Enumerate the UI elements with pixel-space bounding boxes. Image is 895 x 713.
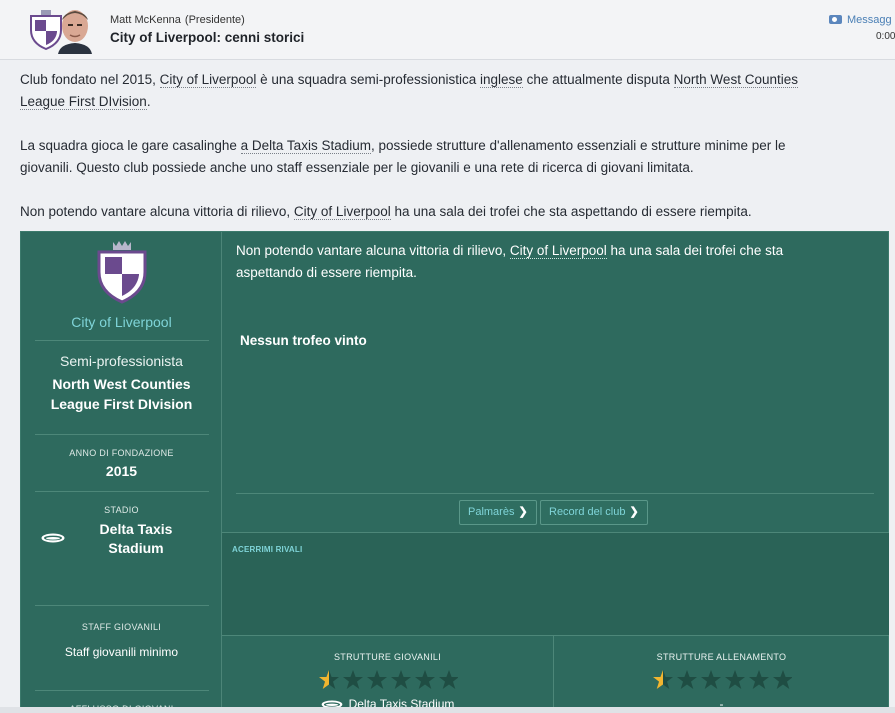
stadium-name[interactable]: Delta Taxis Stadium — [81, 520, 191, 558]
club-records-button[interactable]: Record del club ❯ — [540, 500, 648, 525]
league-link[interactable]: North West Counties — [673, 72, 798, 88]
text: è una squadra semi-professionistica — [256, 72, 481, 87]
training-facilities-label: STRUTTURE ALLENAMENTO — [656, 652, 787, 662]
chevron-right-icon: ❯ — [518, 506, 528, 518]
club-records-button-label: Record del club — [549, 506, 626, 518]
youth-facilities-label: STRUTTURE GIOVANILI — [333, 652, 442, 662]
club-crest-icon — [97, 241, 147, 304]
youth-staff-value: Staff giovanili minimo — [64, 645, 179, 659]
sender-role: (Presidente) — [184, 14, 245, 26]
youth-facilities: STRUTTURE GIOVANILI Delta Taxis Stadium — [222, 635, 554, 713]
star-icon — [749, 670, 769, 689]
text: ha una sala dei trofei che sta — [606, 243, 784, 258]
sender-line: Matt McKenna (Presidente) — [110, 14, 245, 26]
youth-facilities-rating — [319, 670, 458, 689]
league-line-1: North West Counties — [52, 376, 191, 392]
stadium-label: STADIO — [104, 505, 139, 515]
club-status: Semi-professionista — [60, 353, 183, 369]
club-info-column: City of Liverpool Semi-professionista No… — [21, 232, 222, 713]
founded-year: 2015 — [105, 463, 138, 479]
star-icon — [677, 670, 697, 689]
youth-staff-label: STAFF GIOVANILI — [81, 622, 162, 632]
stadium-name-line-1: Delta Taxis — [99, 521, 173, 537]
stadium-name-line-2: Stadium — [108, 540, 164, 556]
intro-paragraph-3: Non potendo vantare alcuna vittoria di r… — [20, 201, 880, 223]
divider — [35, 434, 209, 435]
text: , possiede strutture d'allenamento essen… — [370, 138, 786, 153]
palmares-button-label: Palmarès — [468, 506, 515, 518]
text: . — [146, 94, 151, 109]
club-league[interactable]: North West Counties League First DIvision — [21, 375, 222, 414]
star-icon — [725, 670, 745, 689]
stadium-link[interactable]: a Delta Taxis Stadium — [240, 138, 371, 154]
star-icon — [653, 670, 673, 689]
divider — [35, 690, 209, 691]
nation-link[interactable]: inglese — [480, 72, 523, 88]
messages-link-label: Messagg — [847, 14, 892, 26]
star-icon — [367, 670, 387, 689]
star-icon — [343, 670, 363, 689]
stadium-icon — [41, 533, 65, 543]
star-icon — [773, 670, 792, 689]
club-link[interactable]: City of Liverpool — [509, 243, 607, 259]
divider — [35, 491, 209, 492]
club-link[interactable]: City of Liverpool — [293, 204, 391, 220]
league-line-2: League First DIvision — [50, 395, 193, 412]
star-icon — [391, 670, 411, 689]
text: Club fondato nel 2015, — [20, 72, 160, 87]
text: giovanili. Questo club possiede anche un… — [20, 160, 694, 175]
trophy-text: Non potendo vantare alcuna vittoria di r… — [236, 240, 856, 284]
message-subject: City of Liverpool: cenni storici — [110, 30, 305, 45]
league-link-cont[interactable]: League First DIvision — [20, 94, 147, 110]
star-icon — [415, 670, 435, 689]
training-facilities-rating — [653, 670, 792, 689]
text: ha una sala dei trofei che sta aspettand… — [390, 204, 752, 219]
star-icon — [439, 670, 458, 689]
divider — [35, 340, 209, 341]
manager-avatar[interactable] — [56, 6, 94, 54]
star-icon — [319, 670, 339, 689]
club-name[interactable]: City of Liverpool — [21, 314, 222, 330]
message-time: 0:00 — [876, 31, 895, 42]
intro-paragraph-1: Club fondato nel 2015, City of Liverpool… — [20, 69, 880, 113]
bottom-edge — [0, 707, 895, 713]
divider — [35, 605, 209, 606]
rivals-label: ACERRIMI RIVALI — [232, 545, 303, 554]
club-link[interactable]: City of Liverpool — [159, 72, 257, 88]
text: che attualmente disputa — [522, 72, 674, 87]
no-trophies-text: Nessun trofeo vinto — [240, 333, 367, 348]
divider — [236, 493, 874, 494]
founded-label: ANNO DI FONDAZIONE — [69, 448, 174, 458]
message-header: Matt McKenna (Presidente) City of Liverpo… — [0, 0, 895, 60]
messages-link[interactable]: Messagg — [829, 14, 892, 26]
text: La squadra gioca le gare casalinghe — [20, 138, 241, 153]
text: aspettando di essere riempita. — [236, 265, 417, 280]
club-history-panel: City of Liverpool Semi-professionista No… — [20, 231, 889, 713]
training-facilities: STRUTTURE ALLENAMENTO - — [554, 635, 889, 713]
text: Non potendo vantare alcuna vittoria di r… — [20, 204, 294, 219]
sender-name[interactable]: Matt McKenna — [110, 14, 181, 26]
rivals-section: ACERRIMI RIVALI — [222, 532, 889, 635]
palmares-button[interactable]: Palmarès ❯ — [459, 500, 537, 525]
star-icon — [701, 670, 721, 689]
text: Non potendo vantare alcuna vittoria di r… — [236, 243, 510, 258]
chevron-right-icon: ❯ — [629, 506, 639, 518]
intro-paragraph-2: La squadra gioca le gare casalinghe a De… — [20, 135, 880, 179]
mail-icon — [829, 15, 842, 24]
